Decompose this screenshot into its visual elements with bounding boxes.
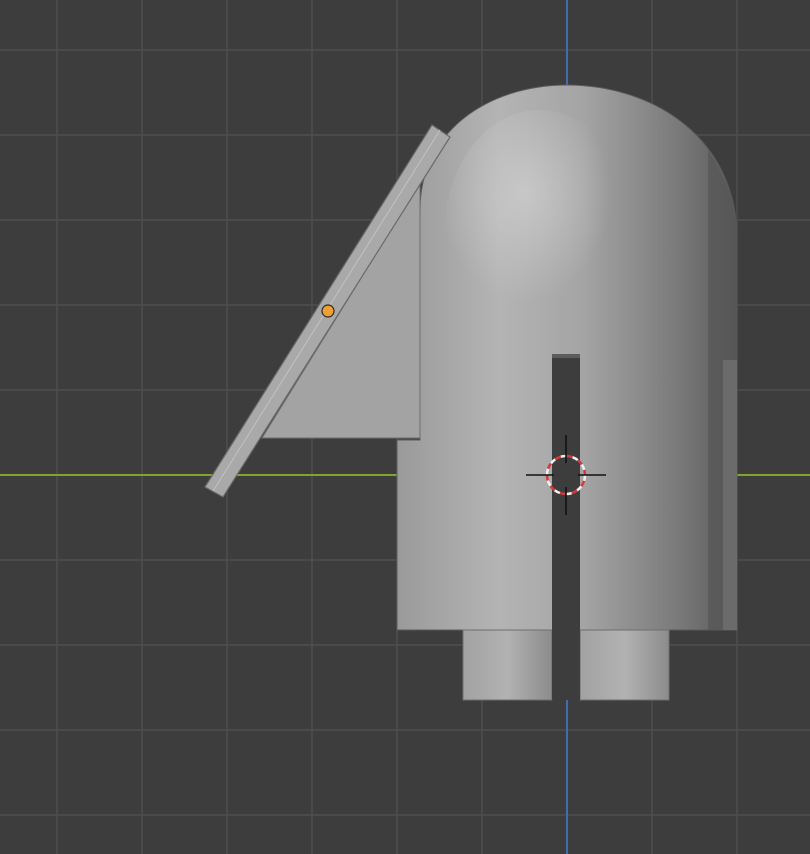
viewport-canvas[interactable] [0, 0, 810, 854]
right-leg[interactable] [579, 629, 670, 701]
center-slot [552, 354, 580, 700]
body-highlight [445, 110, 635, 350]
main-body-object[interactable] [396, 84, 738, 701]
slot-cap [552, 354, 580, 358]
object-origin-dot[interactable] [321, 304, 335, 318]
3d-viewport[interactable] [0, 0, 810, 854]
body-side-notch [723, 360, 737, 630]
left-leg[interactable] [462, 629, 553, 701]
